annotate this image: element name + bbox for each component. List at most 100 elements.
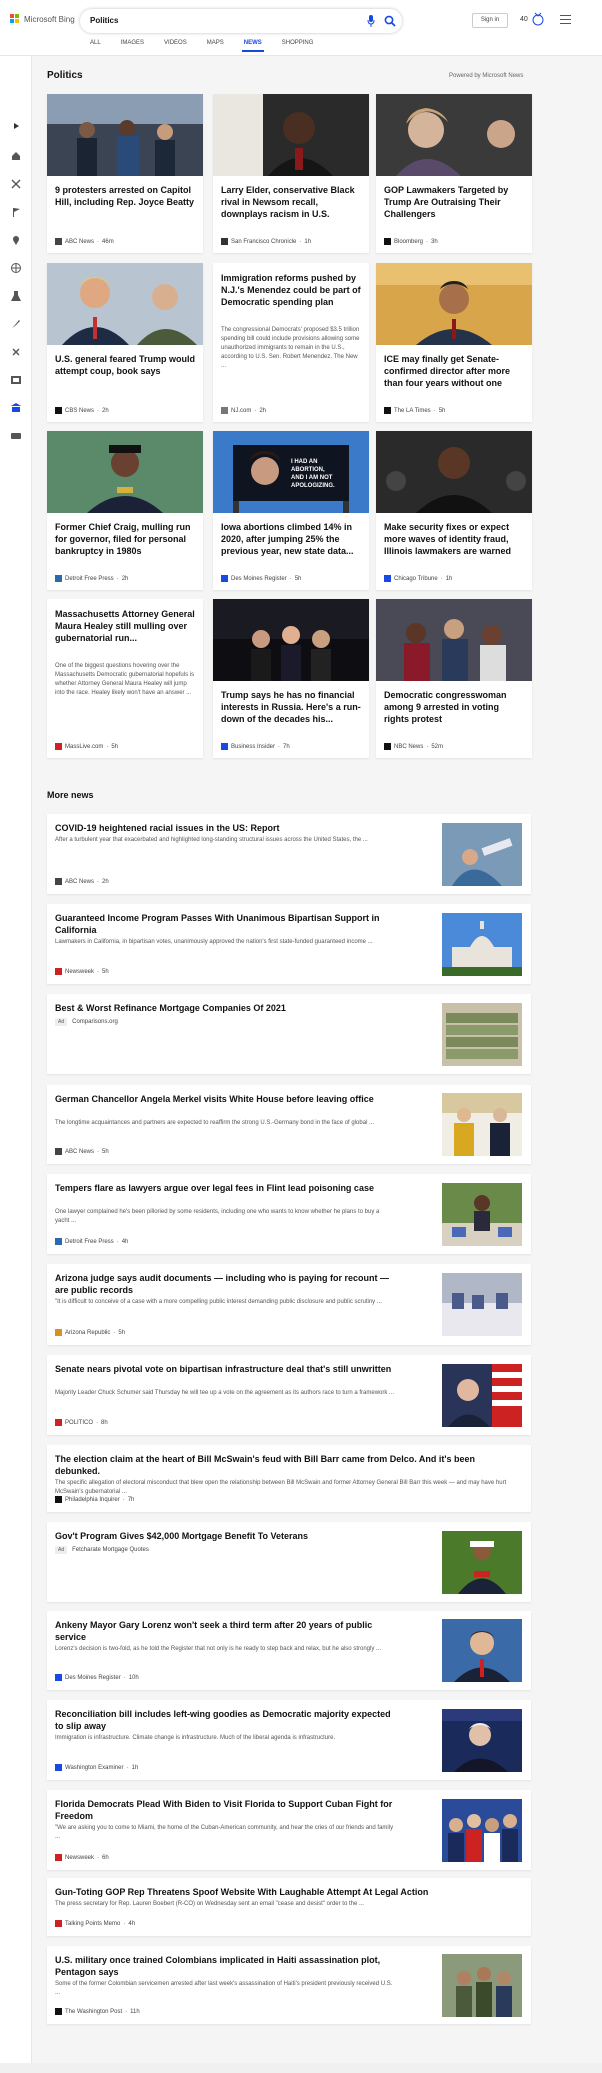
sports-icon[interactable] — [10, 346, 22, 358]
tab-images[interactable]: IMAGES — [111, 40, 154, 54]
news-card-title[interactable]: GOP Lawmakers Targeted by Trump Are Outr… — [384, 184, 526, 220]
news-list-item[interactable]: Senate nears pivotal vote on bipartisan … — [47, 1355, 531, 1435]
news-card-title[interactable]: Democratic congresswoman among 9 arreste… — [384, 689, 526, 725]
news-card[interactable]: Former Chief Craig, mulling run for gove… — [47, 431, 203, 590]
arrow-right-icon[interactable] — [10, 120, 22, 132]
news-list-item[interactable]: Ankeny Mayor Gary Lorenz won't seek a th… — [47, 1611, 531, 1690]
bing-logo[interactable]: Microsoft Bing — [10, 14, 75, 24]
news-list-source[interactable]: Talking Points Memo · 4h — [55, 1920, 135, 1927]
news-card[interactable]: ICE may finally get Senate-confirmed dir… — [376, 263, 532, 422]
news-list-title[interactable]: The election claim at the heart of Bill … — [55, 1453, 521, 1477]
news-list-item[interactable]: Reconciliation bill includes left-wing g… — [47, 1700, 531, 1780]
rewards-points[interactable]: 40 — [520, 16, 528, 23]
news-card-title[interactable]: Massachusetts Attorney General Maura Hea… — [55, 608, 197, 644]
news-list-thumbnail[interactable] — [442, 1954, 522, 2017]
news-list-title[interactable]: Best & Worst Refinance Mortgage Companie… — [55, 1002, 395, 1014]
news-list-title[interactable]: Guaranteed Income Program Passes With Un… — [55, 912, 395, 936]
news-card-image[interactable] — [213, 599, 369, 681]
news-list-source[interactable]: ABC News · 5h — [55, 1148, 109, 1155]
money-icon[interactable] — [10, 430, 22, 442]
news-list-source[interactable]: Newsweek · 5h — [55, 968, 109, 975]
news-card-title[interactable]: ICE may finally get Senate-confirmed dir… — [384, 353, 526, 389]
news-list-thumbnail[interactable] — [442, 1531, 522, 1594]
news-list-title[interactable]: Ankeny Mayor Gary Lorenz won't seek a th… — [55, 1619, 395, 1643]
news-list-thumbnail[interactable] — [442, 913, 522, 976]
news-card-title[interactable]: Iowa abortions climbed 14% in 2020, afte… — [221, 521, 363, 557]
news-list-item[interactable]: German Chancellor Angela Merkel visits W… — [47, 1085, 531, 1164]
news-list-thumbnail[interactable] — [442, 1619, 522, 1682]
tab-shopping[interactable]: SHOPPING — [272, 40, 324, 54]
news-list-thumbnail[interactable] — [442, 1364, 522, 1427]
news-card-source[interactable]: ABC News · 46m — [55, 238, 114, 245]
science-icon[interactable] — [10, 290, 22, 302]
news-list-thumbnail[interactable] — [442, 823, 522, 886]
news-card-title[interactable]: 9 protesters arrested on Capitol Hill, i… — [55, 184, 197, 208]
tab-news[interactable]: NEWS — [234, 40, 272, 54]
flag-icon[interactable] — [10, 206, 22, 218]
search-icon[interactable] — [384, 15, 396, 27]
news-list-title[interactable]: Reconciliation bill includes left-wing g… — [55, 1708, 395, 1732]
news-card-source[interactable]: Chicago Tribune · 1h — [384, 575, 452, 582]
news-list-thumbnail[interactable] — [442, 1799, 522, 1862]
news-card-image[interactable] — [213, 94, 369, 176]
news-list-source[interactable]: The Washington Post · 11h — [55, 2008, 140, 2015]
news-card-image[interactable]: I HAD AN ABORTION, AND I AM NOT APOLOGIZING… — [213, 431, 369, 513]
news-list-title[interactable]: Florida Democrats Plead With Biden to Vi… — [55, 1798, 395, 1822]
news-card[interactable]: Democratic congresswoman among 9 arreste… — [376, 599, 532, 758]
news-list-item[interactable]: Gun-Toting GOP Rep Threatens Spoof Websi… — [47, 1878, 531, 1936]
news-list-thumbnail[interactable] — [442, 1273, 522, 1336]
search-box[interactable]: Politics — [80, 9, 402, 33]
news-card-image[interactable] — [47, 431, 203, 513]
news-list-title[interactable]: COVID-19 heightened racial issues in the… — [55, 822, 395, 834]
news-list-thumbnail[interactable] — [442, 1183, 522, 1246]
location-icon[interactable] — [10, 234, 22, 246]
news-list-title[interactable]: Arizona judge says audit documents — inc… — [55, 1272, 395, 1296]
news-card[interactable]: Make security fixes or expect more waves… — [376, 431, 532, 590]
news-card-source[interactable]: The LA Times · 5h — [384, 407, 445, 414]
news-list-source[interactable]: Arizona Republic · 5h — [55, 1329, 125, 1336]
news-card-source[interactable]: San Francisco Chronicle · 1h — [221, 238, 311, 245]
news-list-item[interactable]: Gov't Program Gives $42,000 Mortgage Ben… — [47, 1522, 531, 1602]
news-card[interactable]: GOP Lawmakers Targeted by Trump Are Outr… — [376, 94, 532, 253]
sign-in-button[interactable]: Sign in — [472, 13, 508, 28]
news-card-image[interactable] — [376, 94, 532, 176]
news-card-image[interactable] — [376, 263, 532, 345]
news-list-source[interactable]: Detroit Free Press · 4h — [55, 1238, 128, 1245]
hamburger-menu-icon[interactable] — [560, 15, 571, 24]
microphone-icon[interactable] — [367, 15, 375, 27]
news-card[interactable]: Massachusetts Attorney General Maura Hea… — [47, 599, 203, 758]
news-list-title[interactable]: German Chancellor Angela Merkel visits W… — [55, 1093, 395, 1105]
news-list-item[interactable]: Tempers flare as lawyers argue over lega… — [47, 1174, 531, 1254]
news-card-title[interactable]: Make security fixes or expect more waves… — [384, 521, 526, 557]
news-list-source[interactable]: Washington Examiner · 1h — [55, 1764, 138, 1771]
news-list-source[interactable]: Ad Fetcharate Mortgage Quotes — [55, 1546, 149, 1554]
news-list-thumbnail[interactable] — [442, 1093, 522, 1156]
news-list-item[interactable]: The election claim at the heart of Bill … — [47, 1445, 531, 1512]
news-list-title[interactable]: Tempers flare as lawyers argue over lega… — [55, 1182, 395, 1194]
news-card[interactable]: Larry Elder, conservative Black rival in… — [213, 94, 369, 253]
politics-icon[interactable] — [10, 402, 22, 414]
news-list-thumbnail[interactable] — [442, 1003, 522, 1066]
news-card-source[interactable]: Business Insider · 7h — [221, 743, 290, 750]
news-card-image[interactable] — [376, 599, 532, 681]
news-card-title[interactable]: Former Chief Craig, mulling run for gove… — [55, 521, 197, 557]
rewards-medal-icon[interactable] — [530, 11, 546, 27]
news-card-source[interactable]: Des Moines Register · 5h — [221, 575, 301, 582]
news-list-title[interactable]: Senate nears pivotal vote on bipartisan … — [55, 1363, 395, 1375]
news-list-title[interactable]: Gun-Toting GOP Rep Threatens Spoof Websi… — [55, 1886, 521, 1898]
news-card-title[interactable]: Immigration reforms pushed by N.J.'s Men… — [221, 272, 363, 308]
news-card-title[interactable]: Larry Elder, conservative Black rival in… — [221, 184, 363, 220]
tab-all[interactable]: ALL — [80, 40, 111, 54]
news-card[interactable]: Trump says he has no financial interests… — [213, 599, 369, 758]
news-list-item[interactable]: Guaranteed Income Program Passes With Un… — [47, 904, 531, 984]
news-list-source[interactable]: Philadelphia Inquirer · 7h — [55, 1496, 134, 1503]
home-icon[interactable] — [10, 150, 22, 162]
news-list-item[interactable]: COVID-19 heightened racial issues in the… — [47, 814, 531, 894]
news-list-item[interactable]: U.S. military once trained Colombians im… — [47, 1946, 531, 2024]
news-card-image[interactable] — [47, 94, 203, 176]
news-card-source[interactable]: Detroit Free Press · 2h — [55, 575, 128, 582]
news-list-source[interactable]: Des Moines Register · 10h — [55, 1674, 139, 1681]
news-card[interactable]: Immigration reforms pushed by N.J.'s Men… — [213, 263, 369, 422]
news-list-source[interactable]: POLITICO · 8h — [55, 1419, 108, 1426]
news-card-source[interactable]: MassLive.com · 5h — [55, 743, 118, 750]
